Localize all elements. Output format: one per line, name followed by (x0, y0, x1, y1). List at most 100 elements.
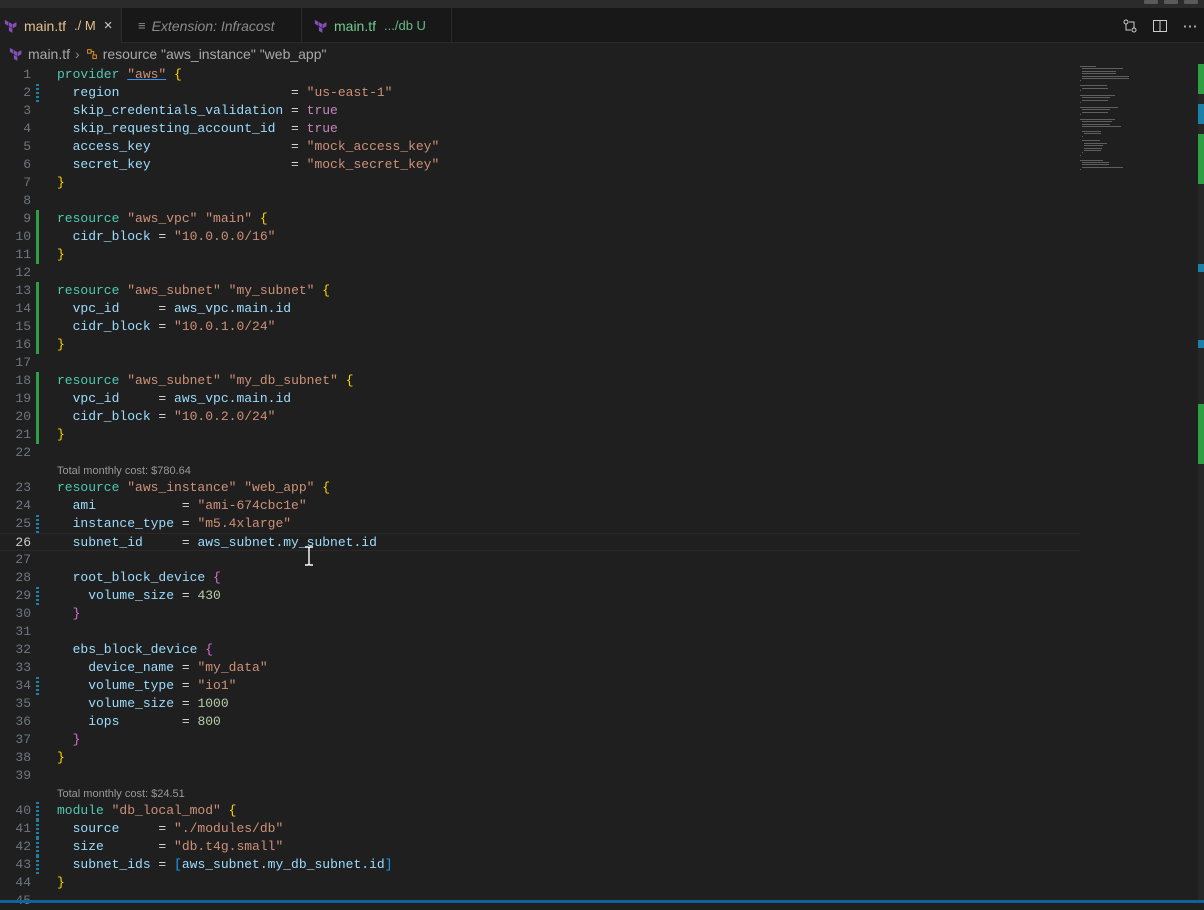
code-line[interactable]: 10 cidr_block = "10.0.0.0/16" (0, 228, 1080, 246)
line-number: 29 (15, 588, 31, 603)
code-line[interactable]: 3 skip_credentials_validation = true (0, 102, 1080, 120)
window-controls[interactable] (1144, 0, 1198, 6)
code-line[interactable]: 27 (0, 551, 1080, 569)
modified-line-indicator[interactable] (36, 587, 39, 605)
close-icon[interactable]: × (104, 17, 113, 34)
code-editor[interactable]: 1 provider "aws" {2 region = "us-east-1" 3… (0, 64, 1080, 908)
code-line[interactable]: 15 cidr_block = "10.0.1.0/24" (0, 318, 1080, 336)
modified-line-indicator[interactable] (36, 84, 39, 102)
code-line[interactable]: 24 ami = "ami-674cbc1e" (0, 497, 1080, 515)
tab-main-tf-modified[interactable]: main.tf ./ M × (0, 8, 122, 43)
added-line-indicator[interactable] (36, 210, 39, 228)
split-editor-icon[interactable] (1152, 18, 1168, 34)
added-line-indicator[interactable] (36, 318, 39, 336)
code-line[interactable]: 4 skip_requesting_account_id = true (0, 120, 1080, 138)
code-line[interactable]: 43 subnet_ids = [aws_subnet.my_db_subnet… (0, 856, 1080, 874)
code-line[interactable]: 40 module "db_local_mod" { (0, 802, 1080, 820)
code-line[interactable]: 29 volume_size = 430 (0, 587, 1080, 605)
added-line-indicator[interactable] (36, 228, 39, 246)
code-line[interactable]: 14 vpc_id = aws_vpc.main.id (0, 300, 1080, 318)
code-line[interactable]: 18 resource "aws_subnet" "my_db_subnet" { (0, 372, 1080, 390)
modified-line-indicator[interactable] (36, 802, 39, 820)
code-line[interactable]: 7} (0, 174, 1080, 192)
code-line[interactable]: 31 (0, 623, 1080, 641)
code-line[interactable]: 32 ebs_block_device { (0, 641, 1080, 659)
code-line[interactable]: 33 device_name = "my_data" (0, 659, 1080, 677)
git-compare-icon[interactable] (1122, 18, 1138, 34)
added-line-indicator[interactable] (36, 408, 39, 426)
code-token: provider (57, 67, 128, 82)
code-token: } (57, 606, 81, 621)
code-line[interactable]: 13 resource "aws_subnet" "my_subnet" { (0, 282, 1080, 300)
code-line[interactable]: 42 size = "db.t4g.small" (0, 838, 1080, 856)
line-number: 43 (15, 857, 31, 872)
modified-line-indicator[interactable] (36, 856, 39, 874)
code-token: "us-east-1" (306, 85, 393, 100)
line-number: 12 (15, 265, 31, 280)
code-line[interactable]: 2 region = "us-east-1" (0, 84, 1080, 102)
code-line[interactable]: 12 (0, 264, 1080, 282)
added-line-indicator[interactable] (36, 246, 39, 264)
code-line[interactable]: 36 iops = 800 (0, 713, 1080, 731)
code-line[interactable]: 30 } (0, 605, 1080, 623)
vertical-scrollbar[interactable] (1198, 64, 1204, 900)
modified-line-indicator[interactable] (36, 515, 39, 533)
added-line-indicator[interactable] (36, 372, 39, 390)
code-token: "aws" (127, 67, 167, 82)
code-token: = (291, 103, 307, 118)
code-token: = (158, 839, 175, 854)
more-actions-icon[interactable]: ⋯ (1182, 18, 1198, 35)
code-line[interactable]: 23 resource "aws_instance" "web_app" { (0, 479, 1080, 497)
code-line[interactable]: 34 volume_type = "io1" (0, 677, 1080, 695)
infracost-code-lens[interactable]: Total monthly cost: $24.51 (57, 786, 185, 803)
code-line[interactable]: 17 (0, 354, 1080, 372)
tab-main-tf-untracked[interactable]: main.tf .../db U (302, 8, 452, 43)
minimap[interactable] (1080, 64, 1190, 184)
modified-line-indicator[interactable] (36, 820, 39, 838)
modified-line-indicator[interactable] (36, 677, 39, 695)
code-line[interactable]: 35 volume_size = 1000 (0, 695, 1080, 713)
gutter (36, 444, 39, 462)
window-control[interactable] (1184, 0, 1198, 4)
window-control[interactable] (1144, 0, 1158, 4)
added-line-indicator[interactable] (36, 426, 39, 444)
code-line[interactable]: 22 (0, 444, 1080, 462)
added-line-indicator[interactable] (36, 282, 39, 300)
code-line[interactable]: 41 source = "./modules/db" (0, 820, 1080, 838)
code-line[interactable]: 6 secret_key = "mock_secret_key" (0, 156, 1080, 174)
added-line-indicator[interactable] (36, 300, 39, 318)
code-line[interactable]: 16} (0, 336, 1080, 354)
code-line[interactable]: 21} (0, 426, 1080, 444)
code-token: = (158, 229, 175, 244)
code-line[interactable]: 5 access_key = "mock_access_key" (0, 138, 1080, 156)
infracost-code-lens[interactable]: Total monthly cost: $780.64 (57, 463, 191, 480)
code-line[interactable]: 28 root_block_device { (0, 569, 1080, 587)
code-line[interactable]: 37 } (0, 731, 1080, 749)
code-line[interactable]: 20 cidr_block = "10.0.2.0/24" (0, 408, 1080, 426)
code-line[interactable]: 25 instance_type = "m5.4xlarge" (0, 515, 1080, 533)
tab-meta: .../db U (384, 18, 426, 33)
added-line-indicator[interactable] (36, 390, 39, 408)
modified-line-indicator[interactable] (36, 838, 39, 856)
minimap-line (1080, 102, 1081, 103)
line-number: 24 (15, 498, 31, 513)
code-text: module "db_local_mod" { (57, 802, 236, 820)
tab-extension-infracost[interactable]: ≡ Extension: Infracost (122, 8, 302, 43)
code-line[interactable]: 26 subnet_id = aws_subnet.my_subnet.id (0, 533, 1080, 551)
code-token: = (158, 301, 175, 316)
code-line[interactable]: 19 vpc_id = aws_vpc.main.id (0, 390, 1080, 408)
window-control[interactable] (1164, 0, 1178, 4)
code-token: "aws_subnet" (127, 283, 221, 298)
code-line[interactable]: 1 provider "aws" { (0, 66, 1080, 84)
breadcrumb-file[interactable]: main.tf (28, 46, 70, 62)
code-line[interactable]: 11} (0, 246, 1080, 264)
code-line[interactable]: 8 (0, 192, 1080, 210)
code-line[interactable]: 38} (0, 749, 1080, 767)
code-line[interactable]: 44} (0, 874, 1080, 892)
code-line[interactable]: 39 (0, 767, 1080, 785)
code-line[interactable]: 9 resource "aws_vpc" "main" { (0, 210, 1080, 228)
gutter (36, 623, 39, 641)
breadcrumb-symbol[interactable]: resource "aws_instance" "web_app" (103, 46, 327, 62)
code-token: subnet_id (57, 535, 182, 550)
added-line-indicator[interactable] (36, 336, 39, 354)
